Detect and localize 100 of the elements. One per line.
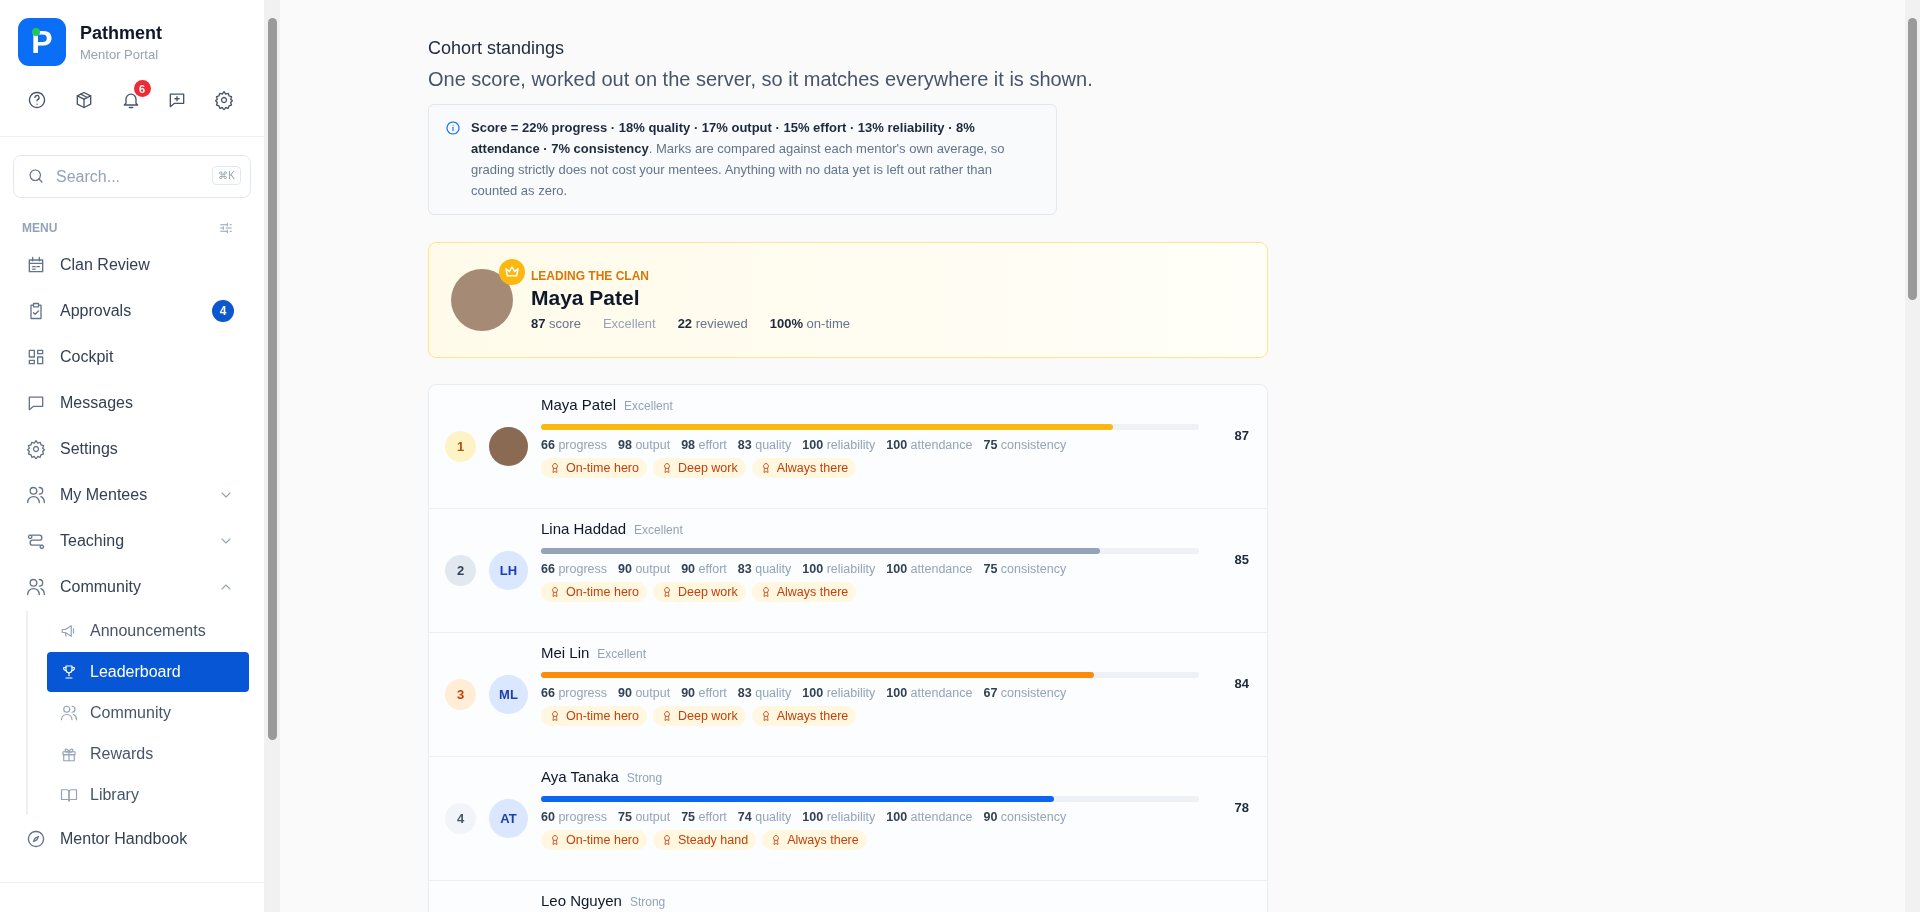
photo-placeholder bbox=[489, 426, 528, 466]
people-icon bbox=[26, 577, 46, 597]
metric: 98 effort bbox=[681, 438, 727, 452]
nav-item[interactable]: My Mentees bbox=[0, 472, 264, 518]
award-icon bbox=[549, 462, 561, 474]
tier-label: Strong bbox=[629, 894, 666, 911]
metric: 90 output bbox=[618, 686, 671, 700]
avatar-initials: AT bbox=[489, 798, 528, 838]
metric: 75 consistency bbox=[983, 438, 1067, 452]
search-icon bbox=[27, 167, 45, 185]
achievement-badge: Always there bbox=[751, 458, 857, 478]
book-icon bbox=[60, 786, 78, 804]
nav-subitem[interactable]: Announcements bbox=[47, 611, 249, 651]
shortcut-hint: ⌘K bbox=[212, 166, 241, 185]
tier-label: Strong bbox=[626, 770, 663, 787]
page-title: Cohort standings bbox=[428, 37, 566, 60]
tier-label: Excellent bbox=[624, 398, 673, 415]
nav-item[interactable]: Clan Review bbox=[0, 242, 264, 288]
achievement-badge: Deep work bbox=[652, 706, 746, 726]
achievement-badge: On-time hero bbox=[541, 582, 647, 602]
award-icon bbox=[549, 586, 561, 598]
rank-badge: 2 bbox=[445, 554, 476, 586]
metric: 100 reliability bbox=[802, 562, 876, 576]
achievement-badge: Steady hand bbox=[652, 830, 757, 850]
metric: 75 effort bbox=[681, 810, 727, 824]
standing-row[interactable]: 3 ML Mei Lin Excellent 66 progress 90 output 90 effort 83 quality 100 reliability 100 attendance 67 consistency On-time hero Deep work Always there 84 bbox=[429, 633, 1267, 757]
metric: 98 output bbox=[618, 438, 671, 452]
metric: 100 attendance bbox=[886, 810, 973, 824]
metric: 83 quality bbox=[737, 686, 792, 700]
avatar-initials: ML bbox=[489, 674, 528, 714]
brand-subtitle: Mentor Portal bbox=[80, 46, 160, 62]
metric: 90 effort bbox=[681, 562, 727, 576]
achievement-badge: Deep work bbox=[652, 458, 746, 478]
leader-on-time: 100% on-time bbox=[769, 316, 850, 331]
bell-icon-button[interactable]: 6 bbox=[110, 80, 151, 120]
crown-icon bbox=[499, 259, 525, 285]
metric: 83 quality bbox=[737, 438, 792, 452]
nav-item[interactable]: Mentor Handbook bbox=[0, 816, 264, 862]
nav-subitem[interactable]: Library bbox=[47, 775, 249, 815]
nav-subitem[interactable]: Leaderboard bbox=[47, 652, 249, 692]
metric: 75 consistency bbox=[983, 562, 1067, 576]
leader-name: Maya Patel bbox=[531, 286, 641, 310]
settings-icon bbox=[214, 90, 234, 110]
rank-badge: 1 bbox=[445, 430, 476, 462]
rank-badge: 4 bbox=[445, 802, 476, 834]
nav-item[interactable]: Community bbox=[0, 564, 264, 610]
achievement-badge: On-time hero bbox=[541, 458, 647, 478]
mentor-name: Aya Tanaka bbox=[541, 768, 619, 785]
metric: 75 output bbox=[618, 810, 671, 824]
metric: 66 progress bbox=[541, 686, 607, 700]
standing-row[interactable]: 1 Maya Patel Excellent 66 progress 98 output 98 effort 83 quality 100 reliability 100 attendance 75 consistency On-time hero Deep work Always there 87 bbox=[429, 385, 1267, 509]
metric: 90 effort bbox=[681, 686, 727, 700]
nav-item[interactable]: Settings bbox=[0, 426, 264, 472]
metric: 100 reliability bbox=[802, 810, 876, 824]
compass-icon bbox=[26, 829, 46, 849]
mentor-name: Maya Patel bbox=[541, 396, 617, 413]
nav-subitem[interactable]: Rewards bbox=[47, 734, 249, 774]
standing-row[interactable]: 4 AT Aya Tanaka Strong 60 progress 75 output 75 effort 74 quality 100 reliability 100 attendance 90 consistency On-time hero Steady hand Always there 78 bbox=[429, 757, 1267, 881]
metric: 66 progress bbox=[541, 438, 607, 452]
page-subtitle: One score, worked out on the server, so it matches everywhere it is shown. bbox=[428, 67, 1094, 92]
standing-row[interactable]: Leo Nguyen Strong bbox=[429, 881, 1267, 912]
grid-icon bbox=[26, 347, 46, 367]
nav-item[interactable]: Approvals 4 bbox=[0, 288, 264, 334]
achievement-badge: Always there bbox=[751, 582, 857, 602]
rank-badge: 3 bbox=[445, 678, 476, 710]
standing-row[interactable]: 2 LH Lina Haddad Excellent 66 progress 90 output 90 effort 83 quality 100 reliability 100 attendance 75 consistency On-time hero Deep work Always there 85 bbox=[429, 509, 1267, 633]
score-value: 85 bbox=[1234, 552, 1249, 567]
achievement-badge: On-time hero bbox=[541, 706, 647, 726]
sliders-icon[interactable] bbox=[218, 220, 234, 236]
mentor-name: Leo Nguyen bbox=[541, 892, 622, 909]
count-badge: 4 bbox=[212, 300, 234, 322]
tier-label: Excellent bbox=[634, 522, 683, 539]
help-icon bbox=[27, 90, 47, 110]
leader-reviewed: 22 reviewed bbox=[677, 316, 748, 331]
metric: 100 attendance bbox=[886, 686, 973, 700]
metric: 90 consistency bbox=[983, 810, 1067, 824]
achievement-badge: Always there bbox=[762, 830, 867, 850]
info-text: Score = 22% progress · 18% quality · 17% output · 15% effort · 13% reliability · 8% attendance · 7% consistency. Marks are compared against each mentor's own average, so grading strictly does not cost your mentees. Anything with no data yet is left out rather than counted as zero. bbox=[471, 119, 1006, 200]
notification-count: 6 bbox=[133, 80, 151, 97]
nav-item[interactable]: Cockpit bbox=[0, 334, 264, 380]
scrollbar[interactable] bbox=[1905, 0, 1920, 912]
leader-heading: LEADING THE CLAN bbox=[531, 269, 650, 283]
settings-icon bbox=[26, 439, 46, 459]
metric: 100 attendance bbox=[886, 562, 973, 576]
brand-name: Pathment bbox=[80, 22, 162, 44]
nav-subitem[interactable]: Community bbox=[47, 693, 249, 733]
nav-item[interactable]: Teaching bbox=[0, 518, 264, 564]
award-icon bbox=[549, 834, 561, 846]
metric: 100 reliability bbox=[802, 686, 876, 700]
achievement-badge: On-time hero bbox=[541, 830, 647, 850]
menu-label: MENU bbox=[22, 221, 58, 235]
scrollbar[interactable] bbox=[265, 0, 280, 912]
info-icon bbox=[445, 120, 461, 136]
metric: 83 quality bbox=[737, 562, 792, 576]
tier-label: Excellent bbox=[597, 646, 647, 663]
trophy-icon bbox=[60, 663, 78, 681]
nav-item[interactable]: Messages bbox=[0, 380, 264, 426]
metric: 74 quality bbox=[737, 810, 792, 824]
score-value: 84 bbox=[1234, 676, 1249, 691]
metric: 60 progress bbox=[541, 810, 607, 824]
